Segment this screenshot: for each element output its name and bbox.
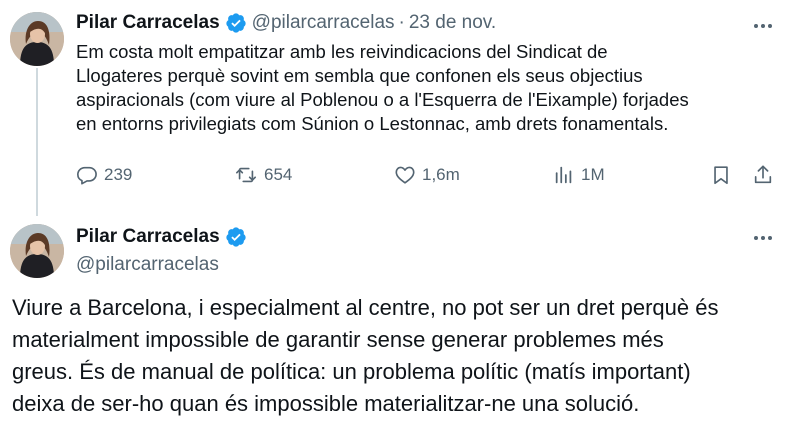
views-button[interactable]: 1M: [553, 164, 605, 186]
avatar[interactable]: [10, 224, 64, 278]
tweet2-header: Pilar Carracelas: [76, 226, 247, 248]
tweet-text: Em costa molt empatitzar amb les reivind…: [76, 41, 689, 134]
tweet-date[interactable]: 23 de nov.: [409, 12, 496, 34]
avatar[interactable]: [10, 12, 64, 66]
separator-dot: ·: [398, 12, 405, 33]
like-button[interactable]: 1,6m: [394, 164, 460, 186]
like-icon: [394, 164, 416, 186]
views-count: 1M: [581, 165, 605, 184]
views-icon: [553, 164, 575, 186]
reply-icon: [76, 164, 98, 186]
thread-line: [36, 68, 38, 216]
repost-icon: [234, 164, 258, 186]
tweet-text: Viure a Barcelona, i especialment al cen…: [12, 295, 719, 416]
tweet-actions: 239 654 1,6m 1M: [76, 164, 776, 196]
share-icon: [752, 164, 774, 186]
share-button[interactable]: [752, 164, 774, 186]
verified-badge-icon: [225, 226, 247, 248]
reply-count: 239: [104, 165, 133, 184]
repost-count: 654: [264, 165, 293, 184]
like-count: 1,6m: [422, 165, 460, 184]
bookmark-button[interactable]: [710, 164, 732, 186]
author-handle[interactable]: @pilarcarracelas: [252, 12, 395, 34]
tweet2-handle-row: @pilarcarracelas: [76, 254, 219, 276]
bookmark-icon: [710, 164, 732, 186]
author-name[interactable]: Pilar Carracelas: [76, 12, 220, 34]
tweet1-header: Pilar Carracelas @pilarcarracelas · 23 d…: [76, 12, 496, 34]
more-icon[interactable]: [748, 228, 778, 248]
author-handle[interactable]: @pilarcarracelas: [76, 254, 219, 276]
author-name[interactable]: Pilar Carracelas: [76, 226, 220, 248]
reply-button[interactable]: 239: [76, 164, 132, 186]
repost-button[interactable]: 654: [234, 164, 292, 186]
verified-badge-icon: [225, 12, 247, 34]
more-icon[interactable]: [748, 16, 778, 36]
